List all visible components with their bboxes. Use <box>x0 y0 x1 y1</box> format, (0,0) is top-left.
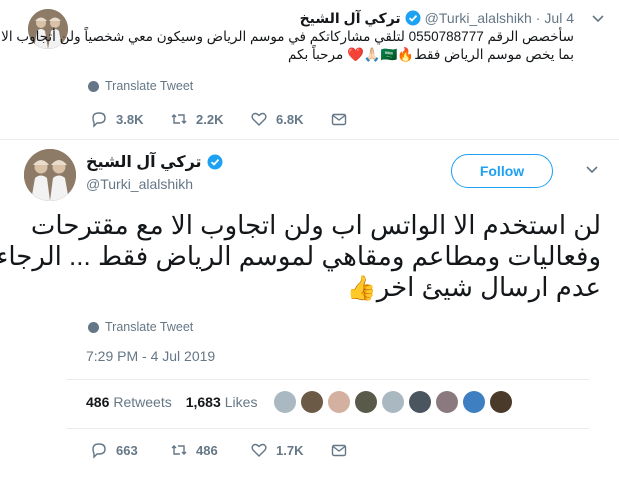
user-name-row: تركي آل الشيخ <box>86 152 223 172</box>
envelope-icon <box>331 113 347 126</box>
tweet-text: سأخصص الرقم 0550788777 لتلقي مشاركاتكم ف… <box>1 28 574 64</box>
user-handle[interactable]: @Turki_alalshikh <box>86 176 193 192</box>
chevron-down-icon[interactable] <box>585 163 599 177</box>
thumbs-up-icon: 👍 <box>346 275 377 302</box>
tweet-text-line: وفعاليات ومطاعم ومقاهي لموسم الرياض فقط … <box>0 241 601 271</box>
tweet-timestamp[interactable]: 7:29 PM - 4 Jul 2019 <box>86 348 215 364</box>
liker-avatar[interactable] <box>490 391 512 413</box>
direct-message-button[interactable] <box>330 110 410 128</box>
like-button[interactable]: 6.8K <box>250 110 330 128</box>
reply-button[interactable]: 3.8K <box>90 110 170 128</box>
user-name[interactable]: تركي آل الشيخ <box>300 10 401 27</box>
heart-icon <box>251 443 267 457</box>
verified-badge-icon <box>207 154 223 170</box>
retweet-count: 2.2K <box>196 111 224 127</box>
divider <box>66 428 589 429</box>
tweet-text-line: سأخصص الرقم 0550788777 لتلقي مشاركاتكم ف… <box>1 29 574 44</box>
like-button[interactable]: 1.7K <box>250 441 330 459</box>
direct-message-button[interactable] <box>330 441 410 459</box>
parent-tweet[interactable]: تركي آل الشيخ @Turki_alalshikh · Jul 4 س… <box>0 0 619 140</box>
reply-count: 3.8K <box>116 111 144 127</box>
like-count: 1.7K <box>276 442 304 458</box>
tweet-date[interactable]: Jul 4 <box>544 10 574 26</box>
retweet-button[interactable]: 486 <box>170 441 250 459</box>
retweets-stat-label: Retweets <box>113 394 172 410</box>
likes-stat[interactable]: 1,683 Likes <box>186 394 258 410</box>
divider <box>66 379 589 380</box>
tweet-text-line: لن استخدم الا الواتس اب ولن اتجاوب الا م… <box>30 210 601 240</box>
liker-avatar[interactable] <box>436 391 458 413</box>
tweet-header: تركي آل الشيخ @Turki_alalshikh · Jul 4 <box>78 9 574 27</box>
retweet-icon <box>171 114 187 124</box>
liker-avatar[interactable] <box>355 391 377 413</box>
tweet-text: لن استخدم الا الواتس اب ولن اتجاوب الا م… <box>0 210 601 304</box>
translate-label: Translate Tweet <box>105 79 194 93</box>
reply-button[interactable]: 663 <box>90 441 170 459</box>
reply-count: 663 <box>116 442 138 458</box>
liker-avatar[interactable] <box>301 391 323 413</box>
retweet-icon <box>171 445 187 455</box>
tweet-stats: 486 Retweets 1,683 Likes <box>86 394 257 410</box>
user-name[interactable]: تركي آل الشيخ <box>86 152 202 172</box>
liker-avatar[interactable] <box>274 391 296 413</box>
retweet-button[interactable]: 2.2K <box>170 110 250 128</box>
translate-label: Translate Tweet <box>105 320 194 334</box>
avatar-photo <box>24 149 76 201</box>
reply-icon <box>92 443 106 459</box>
likes-stat-label: Likes <box>224 394 258 410</box>
retweets-stat[interactable]: 486 Retweets <box>86 394 172 410</box>
chevron-down-icon[interactable] <box>591 12 605 26</box>
tweet-text-line: عدم ارسال شيئ اخر👍 <box>66 272 601 304</box>
follow-button[interactable]: Follow <box>451 154 553 188</box>
reply-icon <box>92 112 106 128</box>
verified-badge-icon <box>405 10 421 26</box>
liker-avatar[interactable] <box>382 391 404 413</box>
tweet-text-line: بما يخص موسم الرياض فقط🔥🇸🇦🙏🏻❤️ مرحباً بك… <box>288 47 574 62</box>
like-count: 6.8K <box>276 111 304 127</box>
user-handle[interactable]: @Turki_alalshikh <box>425 10 532 26</box>
likes-stat-count: 1,683 <box>185 394 221 410</box>
separator-dot: · <box>535 10 541 26</box>
globe-icon <box>88 80 99 92</box>
avatar[interactable] <box>24 149 76 201</box>
liker-avatar[interactable] <box>463 391 485 413</box>
tweet-text-fragment: عدم ارسال شيئ اخر <box>376 272 601 302</box>
envelope-icon <box>331 444 347 457</box>
liker-avatar[interactable] <box>328 391 350 413</box>
translate-tweet-link[interactable]: Translate Tweet <box>88 320 193 334</box>
translate-tweet-link[interactable]: Translate Tweet <box>88 79 193 93</box>
tweet-actions: 663 486 1.7K <box>90 441 410 459</box>
retweet-count: 486 <box>196 442 218 458</box>
liker-avatars <box>274 391 512 413</box>
tweet-actions: 3.8K 2.2K 6.8K <box>90 110 410 128</box>
globe-icon <box>88 321 99 333</box>
liker-avatar[interactable] <box>409 391 431 413</box>
heart-icon <box>251 112 267 126</box>
retweets-stat-count: 486 <box>86 394 110 410</box>
